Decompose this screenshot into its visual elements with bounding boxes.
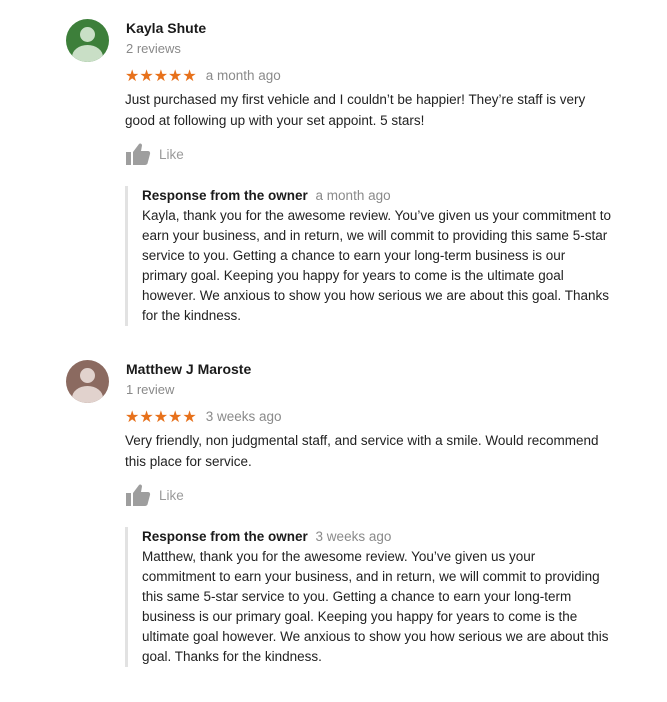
rating-row: ★★★★★ 3 weeks ago xyxy=(125,407,282,427)
owner-response-heading: Response from the owner a month ago xyxy=(142,186,615,206)
owner-response-time: 3 weeks ago xyxy=(315,529,392,544)
review-text: Just purchased my first vehicle and I co… xyxy=(125,92,586,128)
star-rating-stars: ★★★★★ xyxy=(125,406,197,426)
like-button[interactable]: Like xyxy=(125,483,184,507)
owner-response-text: Matthew, thank you for the awesome revie… xyxy=(142,549,609,664)
avatar[interactable] xyxy=(66,19,109,62)
owner-response-heading: Response from the owner 3 weeks ago xyxy=(142,527,615,547)
rating-row: ★★★★★ a month ago xyxy=(125,66,281,86)
like-label: Like xyxy=(159,146,184,162)
reviewer-review-count: 2 reviews xyxy=(126,41,181,56)
avatar-head xyxy=(80,368,95,383)
owner-response-time: a month ago xyxy=(315,188,391,203)
star-rating-stars: ★★★★★ xyxy=(125,65,197,85)
owner-response-title: Response from the owner xyxy=(142,188,308,203)
owner-response-text: Kayla, thank you for the awesome review.… xyxy=(142,208,611,323)
review-text: Very friendly, non judgmental staff, and… xyxy=(125,433,599,469)
like-button[interactable]: Like xyxy=(125,142,184,166)
star-rating: ★★★★★ xyxy=(125,66,197,87)
avatar-shoulders xyxy=(72,45,103,62)
reviewer-review-count: 1 review xyxy=(126,382,175,397)
avatar-shoulders xyxy=(72,386,103,403)
reviewer-name[interactable]: Matthew J Maroste xyxy=(126,361,251,377)
reviewer-name[interactable]: Kayla Shute xyxy=(126,20,206,36)
star-rating: ★★★★★ xyxy=(125,407,197,428)
owner-response: Response from the owner 3 weeks ago Matt… xyxy=(125,527,615,667)
avatar[interactable] xyxy=(66,360,109,403)
owner-response: Response from the owner a month ago Kayl… xyxy=(125,186,615,326)
review-time: a month ago xyxy=(205,68,281,83)
thumbs-up-icon xyxy=(125,483,151,507)
owner-response-title: Response from the owner xyxy=(142,529,308,544)
thumbs-up-icon xyxy=(125,142,151,166)
avatar-head xyxy=(80,27,95,42)
review-time: 3 weeks ago xyxy=(205,409,282,424)
like-label: Like xyxy=(159,487,184,503)
